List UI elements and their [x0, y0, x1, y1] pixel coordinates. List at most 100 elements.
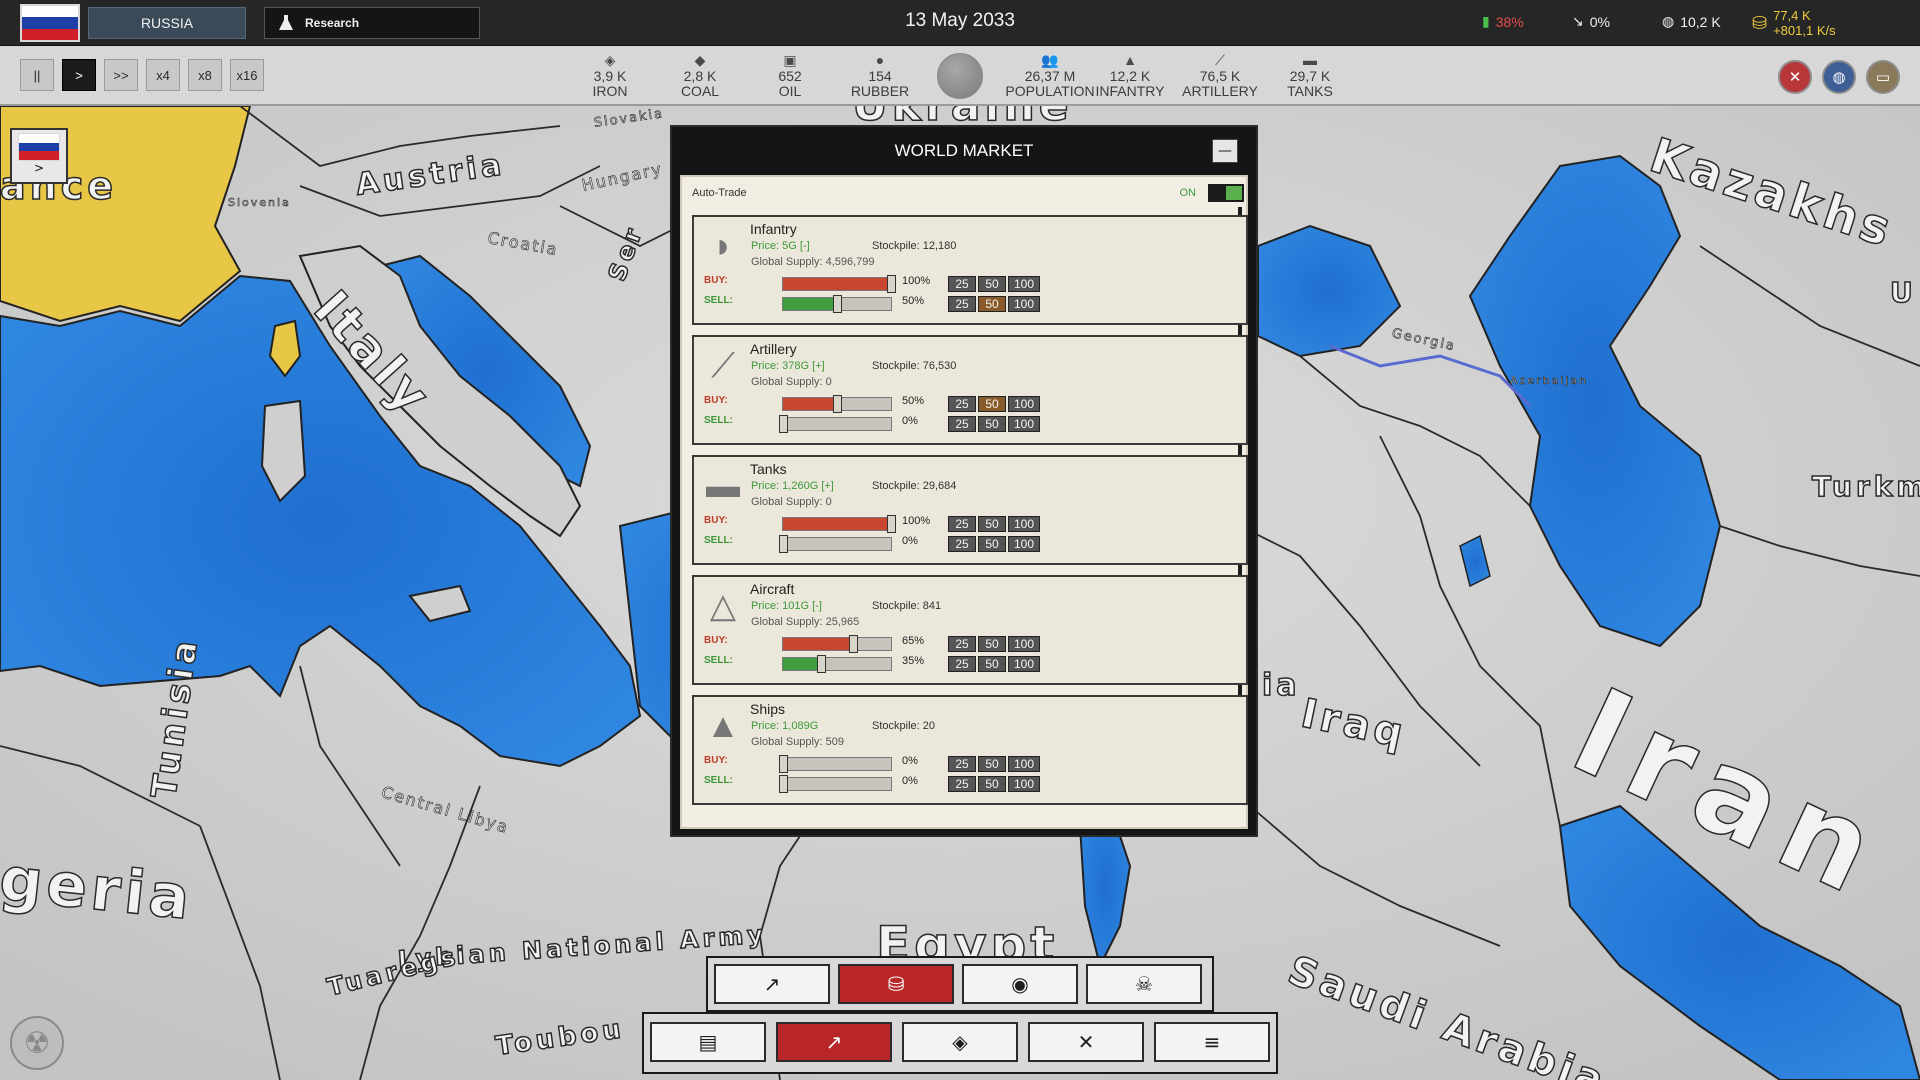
- buy-slider[interactable]: [782, 635, 892, 653]
- sell-qty-25-button[interactable]: 25: [948, 296, 976, 312]
- buy-slider[interactable]: [782, 395, 892, 413]
- buy-slider[interactable]: [782, 275, 896, 293]
- world-market-window: WORLD MARKET — Auto-Trade ON ◗ Infantry Pr…: [670, 125, 1258, 837]
- menu-tab-button[interactable]: ≡: [1154, 1022, 1270, 1062]
- expand-arrow[interactable]: >: [12, 161, 66, 175]
- buy-slider[interactable]: [779, 755, 892, 773]
- buy-qty-100-button[interactable]: 100: [1008, 276, 1040, 292]
- buy-qty-25-button[interactable]: 25: [948, 276, 976, 292]
- spy-tab-button[interactable]: ◉: [962, 964, 1078, 1004]
- buy-qty-25-button[interactable]: 25: [948, 396, 976, 412]
- money-stat[interactable]: ⛁ 77,4 K +801,1 K/s: [1752, 8, 1836, 38]
- market-tab-button[interactable]: ⛁: [838, 964, 954, 1004]
- sell-row: SELL: 0% 25 50 100: [704, 415, 1244, 433]
- speed-4x-button[interactable]: x4: [146, 59, 180, 91]
- speed-16x-button[interactable]: x16: [230, 59, 264, 91]
- growth-stat[interactable]: ↘ 0%: [1572, 13, 1610, 30]
- resource-population[interactable]: 👥 26,37 M POPULATION: [1000, 52, 1100, 99]
- sell-slider-handle[interactable]: [833, 295, 842, 313]
- resource-infantry[interactable]: ▲ 12,2 K INFANTRY: [1090, 52, 1170, 99]
- buy-slider-handle[interactable]: [833, 395, 842, 413]
- buy-slider-fill: [783, 518, 891, 530]
- buy-qty-100-button[interactable]: 100: [1008, 756, 1040, 772]
- sell-row: SELL: 35% 25 50 100: [704, 655, 1244, 673]
- sell-qty-100-button[interactable]: 100: [1008, 296, 1040, 312]
- sell-qty-25-button[interactable]: 25: [948, 416, 976, 432]
- territory-stat[interactable]: ▮ 38%: [1482, 13, 1524, 30]
- buy-label: BUY:: [704, 275, 728, 286]
- sell-slider[interactable]: [779, 535, 892, 553]
- sell-qty-100-button[interactable]: 100: [1008, 776, 1040, 792]
- sell-slider-handle[interactable]: [816, 655, 826, 673]
- buy-qty-50-button[interactable]: 50: [978, 516, 1006, 532]
- item-stockpile: Stockpile: 841: [872, 600, 942, 612]
- diplomacy-tab-button[interactable]: ◈: [902, 1022, 1018, 1062]
- globe-button[interactable]: ◍: [1822, 60, 1856, 94]
- territory-icon: ▮: [1482, 13, 1490, 29]
- war-tab-button[interactable]: ✕: [1028, 1022, 1144, 1062]
- buy-slider-handle[interactable]: [887, 275, 896, 293]
- buy-slider[interactable]: [782, 515, 896, 533]
- buy-slider-handle[interactable]: [849, 635, 859, 653]
- minimize-button[interactable]: —: [1212, 139, 1238, 163]
- sell-percent: 0%: [902, 775, 918, 787]
- buy-qty-50-button[interactable]: 50: [978, 636, 1006, 652]
- center-orb-button[interactable]: [937, 53, 983, 99]
- skull-tab-button[interactable]: ☠: [1086, 964, 1202, 1004]
- resource-coal[interactable]: ◆ 2,8 K COAL: [660, 52, 740, 99]
- influence-stat[interactable]: ◍ 10,2 K: [1662, 13, 1721, 30]
- sell-slider[interactable]: [779, 415, 892, 433]
- sell-slider-handle[interactable]: [779, 415, 788, 433]
- sell-label: SELL:: [704, 775, 733, 786]
- resource-iron[interactable]: ◈ 3,9 K IRON: [570, 52, 650, 99]
- sell-qty-25-button[interactable]: 25: [948, 656, 976, 672]
- map-tab-button[interactable]: ▤: [650, 1022, 766, 1062]
- research-button[interactable]: Research: [264, 7, 480, 39]
- buy-qty-100-button[interactable]: 100: [1008, 636, 1040, 652]
- sell-qty-50-button[interactable]: 50: [978, 536, 1006, 552]
- buy-qty-25-button[interactable]: 25: [948, 636, 976, 652]
- sell-qty-50-button[interactable]: 50: [978, 776, 1006, 792]
- buy-qty-100-button[interactable]: 100: [1008, 396, 1040, 412]
- sell-qty-50-button[interactable]: 50: [978, 416, 1006, 432]
- war-button[interactable]: ✕: [1778, 60, 1812, 94]
- resource-tanks[interactable]: ▬ 29,7 K TANKS: [1270, 52, 1350, 99]
- auto-trade-toggle[interactable]: [1208, 184, 1244, 202]
- resource-oil[interactable]: ▣ 652 OIL: [750, 52, 830, 99]
- sell-slider[interactable]: [782, 295, 892, 313]
- speed-1x-button[interactable]: >: [62, 59, 96, 91]
- buy-qty-50-button[interactable]: 50: [978, 276, 1006, 292]
- sell-qty-100-button[interactable]: 100: [1008, 536, 1040, 552]
- sell-slider-handle[interactable]: [779, 775, 788, 793]
- sell-qty-50-button[interactable]: 50: [978, 656, 1006, 672]
- buy-slider-handle[interactable]: [887, 515, 896, 533]
- resource-artillery[interactable]: ⟋ 76,5 K ARTILLERY: [1180, 52, 1260, 99]
- sell-qty-50-button[interactable]: 50: [978, 296, 1006, 312]
- sell-label: SELL:: [704, 415, 733, 426]
- buy-qty-50-button[interactable]: 50: [978, 396, 1006, 412]
- buy-qty-50-button[interactable]: 50: [978, 756, 1006, 772]
- speed-2x-button[interactable]: >>: [104, 59, 138, 91]
- pause-button[interactable]: ||: [20, 59, 54, 91]
- side-country-panel[interactable]: >: [10, 128, 68, 184]
- screen-button[interactable]: ▭: [1866, 60, 1900, 94]
- buy-qty-100-button[interactable]: 100: [1008, 516, 1040, 532]
- sell-qty-100-button[interactable]: 100: [1008, 416, 1040, 432]
- buy-slider-handle[interactable]: [779, 755, 788, 773]
- sell-qty-25-button[interactable]: 25: [948, 536, 976, 552]
- sell-slider-handle[interactable]: [779, 535, 788, 553]
- sell-qty-25-button[interactable]: 25: [948, 776, 976, 792]
- country-name-button[interactable]: RUSSIA: [88, 7, 246, 39]
- economy-tab-button[interactable]: ↗: [776, 1022, 892, 1062]
- country-flag-icon[interactable]: [20, 4, 80, 42]
- trend-tab-button[interactable]: ↗: [714, 964, 830, 1004]
- resource-rubber[interactable]: ● 154 RUBBER: [840, 52, 920, 99]
- speed-8x-button[interactable]: x8: [188, 59, 222, 91]
- buy-qty-25-button[interactable]: 25: [948, 756, 976, 772]
- buy-qty-25-button[interactable]: 25: [948, 516, 976, 532]
- nuke-button[interactable]: ☢: [10, 1016, 64, 1070]
- sell-row: SELL: 50% 25 50 100: [704, 295, 1244, 313]
- sell-slider[interactable]: [779, 775, 892, 793]
- sell-qty-100-button[interactable]: 100: [1008, 656, 1040, 672]
- sell-slider[interactable]: [782, 655, 892, 673]
